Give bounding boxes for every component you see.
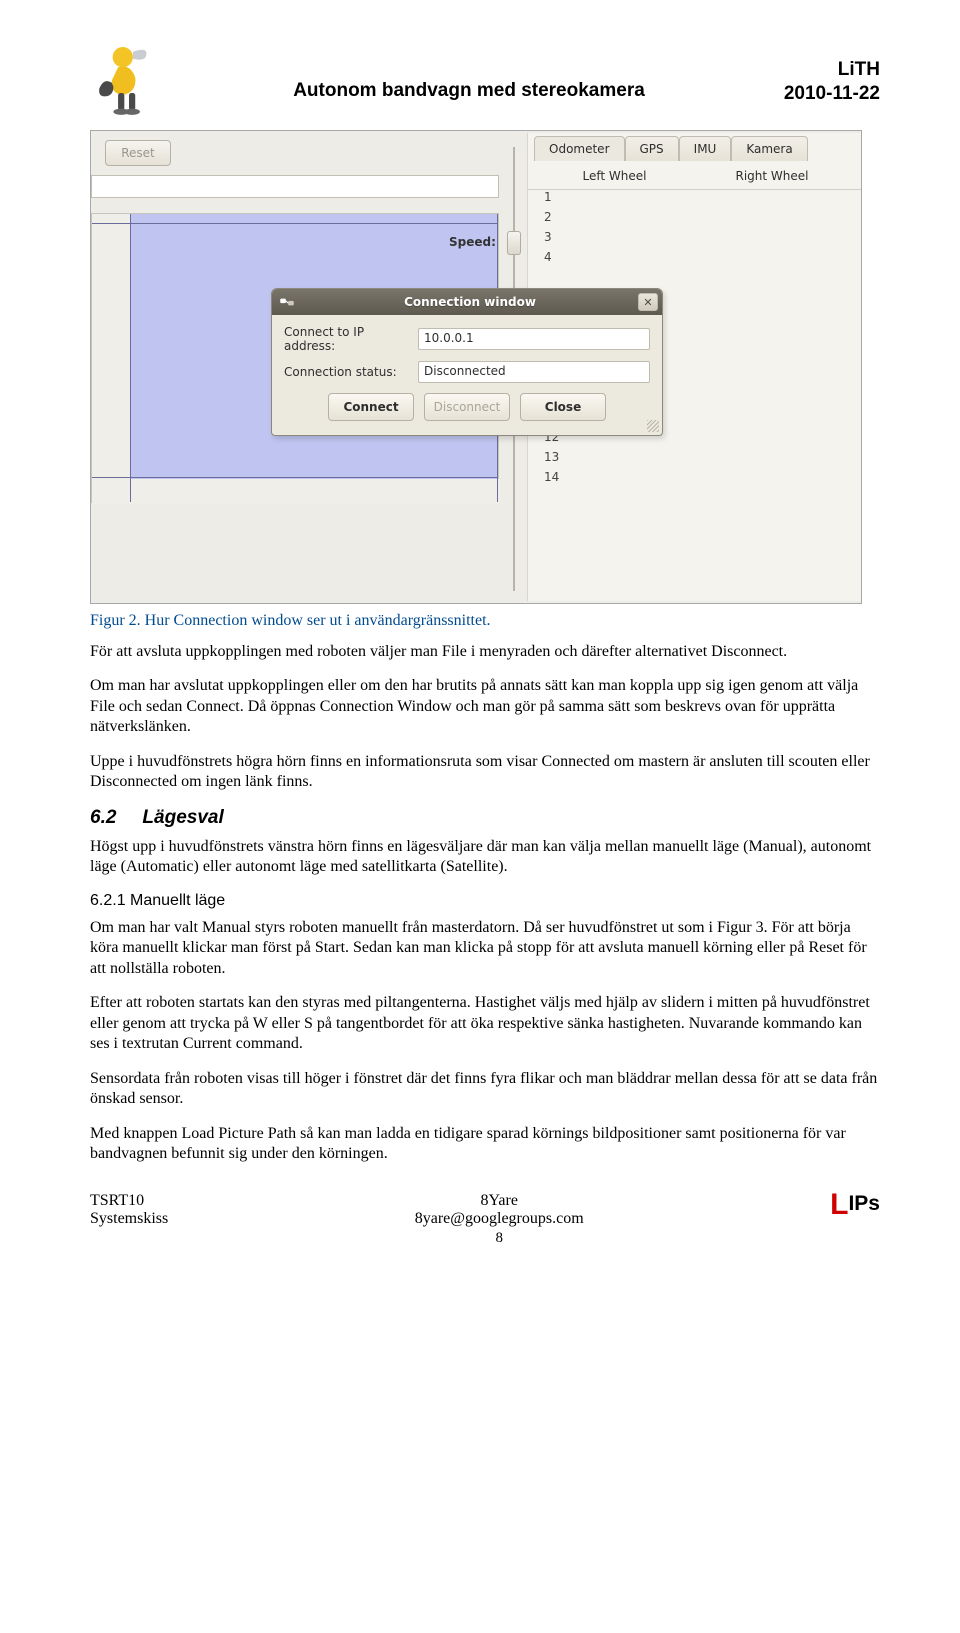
para: Uppe i huvudfönstrets högra hörn finns e… [90, 752, 880, 793]
row-num: 1 [538, 190, 570, 210]
header-org: LiTH [770, 58, 880, 82]
col-right-wheel: Right Wheel [735, 169, 808, 183]
para: Om man har valt Manual styrs roboten man… [90, 918, 880, 979]
header-date: 2010-11-22 [770, 82, 880, 106]
tab-imu[interactable]: IMU [679, 136, 732, 161]
connect-button[interactable]: Connect [328, 393, 414, 421]
page-number: 8 [495, 1230, 503, 1247]
connection-window: Connection window ✕ Connect to IP addres… [271, 288, 663, 436]
header-right: LiTH 2010-11-22 [770, 52, 880, 106]
row-num: 13 [538, 450, 570, 470]
col-left-wheel: Left Wheel [583, 169, 647, 183]
para: Högst upp i huvudfönstrets vänstra hörn … [90, 837, 880, 878]
tab-kamera[interactable]: Kamera [731, 136, 807, 161]
row-num: 4 [538, 250, 570, 270]
speed-label: Speed: [449, 235, 496, 249]
command-input[interactable] [91, 175, 499, 198]
network-icon [278, 293, 296, 311]
para: Med knappen Load Picture Path så kan man… [90, 1124, 880, 1165]
row-num: 14 [538, 470, 570, 490]
status-value: Disconnected [418, 361, 650, 383]
footer-course: TSRT10 [90, 1192, 168, 1210]
tab-odometer[interactable]: Odometer [534, 136, 625, 161]
footer-email: 8yare@googlegroups.com [415, 1210, 584, 1228]
reset-button[interactable]: Reset [105, 140, 171, 166]
row-num: 2 [538, 210, 570, 230]
disconnect-button: Disconnect [424, 393, 510, 421]
footer-doc: Systemskiss [90, 1210, 168, 1228]
resize-handle-icon[interactable] [647, 420, 659, 432]
header-title: Autonom bandvagn med stereokamera [168, 80, 770, 102]
section-number: 6.2 [90, 807, 116, 829]
status-label: Connection status: [284, 365, 418, 379]
row-num: 3 [538, 230, 570, 250]
dialog-title: Connection window [302, 295, 638, 309]
tab-gps[interactable]: GPS [625, 136, 679, 161]
para: För att avsluta uppkopplingen med robote… [90, 642, 880, 662]
figure-caption: Figur 2. Hur Connection window ser ut i … [90, 612, 880, 630]
section-title: Lägesval [142, 807, 223, 829]
section-6-2: 6.2 Lägesval [90, 807, 880, 829]
page-footer: TSRT10 Systemskiss 8Yare 8yare@googlegro… [90, 1192, 880, 1247]
close-button[interactable]: Close [520, 393, 606, 421]
para: Efter att roboten startats kan den styra… [90, 993, 880, 1054]
figure-2-screenshot: Reset Speed: Odometer GPS IMU Kamera [90, 130, 862, 604]
section-6-2-1: 6.2.1 Manuellt läge [90, 892, 880, 910]
ip-input[interactable]: 10.0.0.1 [418, 328, 650, 350]
robot-icon [90, 40, 168, 118]
para: Sensordata från roboten visas till höger… [90, 1069, 880, 1110]
page-header: Autonom bandvagn med stereokamera LiTH 2… [90, 40, 880, 118]
lips-logo: LIPs [830, 1192, 880, 1216]
close-icon[interactable]: ✕ [638, 293, 658, 311]
ip-label: Connect to IP address: [284, 325, 418, 353]
dialog-titlebar[interactable]: Connection window ✕ [272, 289, 662, 315]
footer-group: 8Yare [480, 1192, 517, 1210]
para: Om man har avslutat uppkopplingen eller … [90, 676, 880, 737]
